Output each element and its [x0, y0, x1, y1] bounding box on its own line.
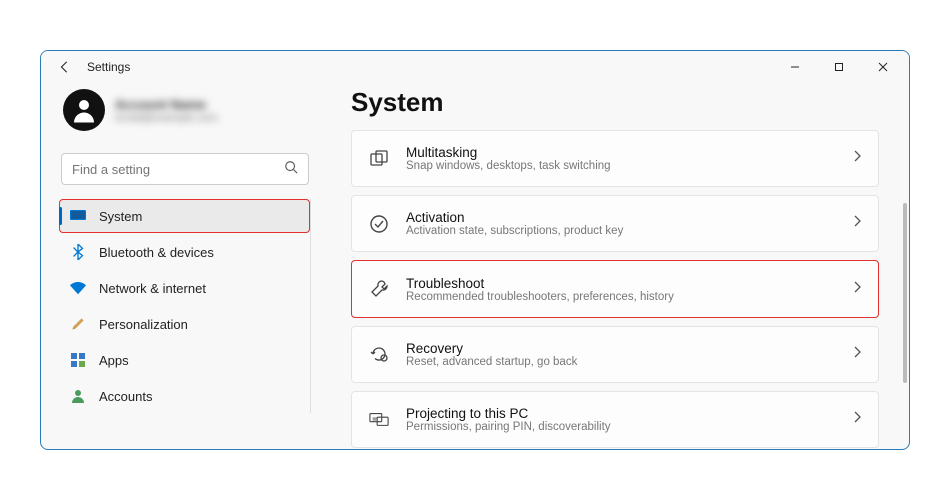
close-button[interactable] [861, 52, 905, 82]
recovery-icon [368, 343, 390, 365]
page-title: System [351, 87, 897, 118]
card-subtitle: Activation state, subscriptions, product… [406, 225, 836, 237]
nav-item-label: Apps [99, 353, 129, 368]
nav: System Bluetooth & devices Network & int… [59, 199, 311, 413]
card-subtitle: Recommended troubleshooters, preferences… [406, 291, 836, 303]
card-multitasking[interactable]: Multitasking Snap windows, desktops, tas… [351, 130, 879, 187]
settings-cards: Multitasking Snap windows, desktops, tas… [351, 130, 897, 448]
nav-item-label: Bluetooth & devices [99, 245, 214, 260]
nav-item-label: Network & internet [99, 281, 206, 296]
multitask-icon [368, 148, 390, 170]
sidebar: Account Name email@example.com System Bl… [41, 83, 321, 449]
settings-window: Settings Account Name email@example.com [40, 50, 910, 450]
bluetooth-icon [69, 243, 87, 261]
card-projecting[interactable]: Projecting to this PC Permissions, pairi… [351, 391, 879, 448]
search-icon [284, 160, 298, 179]
card-title: Recovery [406, 341, 836, 356]
app-title: Settings [87, 60, 130, 74]
wrench-icon [368, 278, 390, 300]
card-subtitle: Permissions, pairing PIN, discoverabilit… [406, 421, 836, 433]
nav-item-label: Accounts [99, 389, 152, 404]
main: System Multitasking Snap windows, deskto… [321, 83, 909, 449]
chevron-right-icon [852, 345, 862, 364]
apps-icon [69, 351, 87, 369]
search-box[interactable] [61, 153, 309, 185]
avatar [63, 89, 105, 131]
titlebar: Settings [41, 51, 909, 83]
profile-name: Account Name [115, 97, 218, 112]
search-input[interactable] [72, 162, 284, 177]
card-title: Projecting to this PC [406, 406, 836, 421]
card-troubleshoot[interactable]: Troubleshoot Recommended troubleshooters… [351, 260, 879, 317]
maximize-button[interactable] [817, 52, 861, 82]
project-icon [368, 408, 390, 430]
card-subtitle: Snap windows, desktops, task switching [406, 160, 836, 172]
card-activation[interactable]: Activation Activation state, subscriptio… [351, 195, 879, 252]
check-circle-icon [368, 213, 390, 235]
card-title: Troubleshoot [406, 276, 836, 291]
nav-item-accounts[interactable]: Accounts [59, 379, 310, 413]
chevron-right-icon [852, 149, 862, 168]
card-recovery[interactable]: Recovery Reset, advanced startup, go bac… [351, 326, 879, 383]
profile[interactable]: Account Name email@example.com [59, 87, 311, 143]
chevron-right-icon [852, 214, 862, 233]
scrollbar[interactable] [903, 203, 907, 383]
monitor-icon [69, 207, 87, 225]
nav-item-apps[interactable]: Apps [59, 343, 310, 377]
nav-item-personalization[interactable]: Personalization [59, 307, 310, 341]
nav-item-bluetooth[interactable]: Bluetooth & devices [59, 235, 310, 269]
brush-icon [69, 315, 87, 333]
card-title: Activation [406, 210, 836, 225]
chevron-right-icon [852, 280, 862, 299]
profile-email: email@example.com [115, 112, 218, 124]
card-title: Multitasking [406, 145, 836, 160]
nav-item-system[interactable]: System [59, 199, 310, 233]
chevron-right-icon [852, 410, 862, 429]
card-subtitle: Reset, advanced startup, go back [406, 356, 836, 368]
minimize-button[interactable] [773, 52, 817, 82]
nav-item-label: Personalization [99, 317, 188, 332]
wifi-icon [69, 279, 87, 297]
back-button[interactable] [57, 60, 73, 74]
person-icon [69, 387, 87, 405]
nav-item-label: System [99, 209, 142, 224]
window-controls [773, 52, 905, 82]
nav-item-network[interactable]: Network & internet [59, 271, 310, 305]
